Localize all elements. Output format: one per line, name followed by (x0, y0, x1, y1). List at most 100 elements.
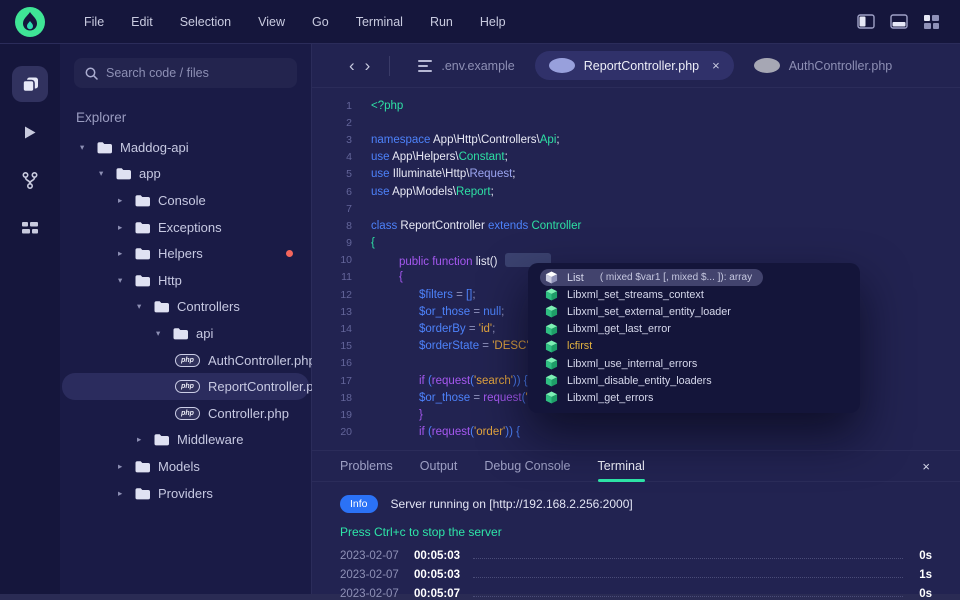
tree-item-console[interactable]: ▸Console (62, 187, 309, 214)
close-icon[interactable]: × (712, 58, 720, 73)
chevron-right-icon[interactable]: ▸ (118, 488, 134, 499)
search-input[interactable] (106, 66, 286, 80)
menu-go[interactable]: Go (312, 15, 329, 29)
activity-run-icon[interactable] (12, 114, 48, 150)
cube-icon (545, 391, 558, 404)
panel-bottom-icon[interactable] (890, 14, 908, 29)
menu-edit[interactable]: Edit (131, 15, 153, 29)
tree-item-controllers[interactable]: ▾Controllers (62, 294, 309, 321)
php-file-icon: php (175, 380, 200, 393)
autocomplete-label: Libxml_get_last_error (567, 323, 671, 335)
autocomplete-item-libxml-disable-entity-loaders[interactable]: Libxml_disable_entity_loaders (535, 372, 853, 389)
chevron-right-icon[interactable]: ▸ (137, 434, 153, 445)
code-text: class ReportController extends Controlle… (371, 220, 581, 232)
folder-icon (134, 194, 150, 207)
editor-tab-label: .env.example (441, 59, 514, 73)
editor-tab-env-example[interactable]: .env.example (404, 52, 528, 80)
tree-item-app[interactable]: ▾app (62, 161, 309, 188)
grid-layout-icon[interactable] (923, 14, 940, 30)
autocomplete-item-lcfirst[interactable]: lcfirst (535, 338, 853, 355)
chevron-down-icon[interactable]: ▾ (156, 328, 172, 339)
activity-source-control-icon[interactable] (12, 162, 48, 198)
tree-item-authcontroller-php[interactable]: phpAuthController.php (62, 347, 309, 374)
editor-tab-bar: ‹ › .env.example ReportController.php×Aut… (312, 44, 960, 88)
line-number: 12 (312, 289, 352, 301)
autocomplete-label: Libxml_set_streams_context (567, 289, 704, 301)
code-text: $orderState = 'DESC'; (371, 340, 532, 352)
code-line: 4use App\Helpers\Constant; (312, 149, 960, 166)
nav-forward-icon[interactable]: › (360, 57, 376, 74)
activity-extensions-icon[interactable] (12, 210, 48, 246)
tree-item-http[interactable]: ▾Http (62, 267, 309, 294)
tree-item-reportcontroller-php[interactable]: phpReportController.php (62, 373, 309, 400)
activity-files-icon[interactable] (12, 66, 48, 102)
code-text: namespace App\Http\Controllers\Api; (371, 134, 560, 146)
chevron-right-icon[interactable]: ▸ (118, 222, 134, 233)
autocomplete-item-libxml-set-streams-context[interactable]: Libxml_set_streams_context (535, 286, 853, 303)
editor-tab-authcontroller-php[interactable]: AuthController.php (740, 51, 907, 80)
chevron-right-icon[interactable]: ▸ (118, 248, 134, 259)
autocomplete-item-libxml-get-last-error[interactable]: Libxml_get_last_error (535, 321, 853, 338)
menu-selection[interactable]: Selection (180, 15, 231, 29)
tree-item-api[interactable]: ▾ api (62, 320, 309, 347)
bottom-panel: Problems Output Debug Console Terminal × In… (312, 450, 960, 594)
panel-tab-debug-console[interactable]: Debug Console (484, 451, 570, 481)
tree-item-exceptions[interactable]: ▸Exceptions (62, 214, 309, 241)
cube-icon (545, 288, 558, 301)
tree-item-providers[interactable]: ▸Providers (62, 480, 309, 507)
editor-tab-reportcontroller-php[interactable]: ReportController.php× (535, 51, 734, 80)
autocomplete-item-list[interactable]: List( mixed $var1 [, mixed $... ]): arra… (535, 269, 853, 286)
chevron-right-icon[interactable]: ▸ (118, 195, 134, 206)
tree-item-models[interactable]: ▸Models (62, 453, 309, 480)
folder-icon (134, 247, 150, 260)
panel-tab-output[interactable]: Output (420, 451, 458, 481)
stop-server-hint: Press Ctrl+c to stop the server (340, 525, 932, 539)
tree-item-middleware[interactable]: ▸Middleware (62, 427, 309, 454)
code-line: 20if (request('order')) { (312, 424, 960, 441)
autocomplete-item-libxml-use-internal-errors[interactable]: Libxml_use_internal_errors (535, 355, 853, 372)
menu-terminal[interactable]: Terminal (356, 15, 403, 29)
activity-bar (0, 44, 60, 594)
folder-icon (172, 327, 188, 340)
line-number: 15 (312, 340, 352, 352)
line-number: 9 (312, 237, 352, 249)
panel-close-icon[interactable]: × (922, 459, 930, 474)
tree-item-label: api (196, 326, 213, 341)
menu-view[interactable]: View (258, 15, 285, 29)
tree-item-helpers[interactable]: ▸Helpers (62, 240, 309, 267)
log-date: 2023-02-07 (340, 550, 406, 562)
cube-icon (545, 305, 558, 318)
autocomplete-label: lcfirst (567, 340, 592, 352)
info-badge: Info (340, 495, 378, 513)
menu-run[interactable]: Run (430, 15, 453, 29)
chevron-down-icon[interactable]: ▾ (137, 301, 153, 312)
chevron-down-icon[interactable]: ▾ (80, 142, 96, 153)
panel-tab-problems[interactable]: Problems (340, 451, 393, 481)
tree-item-maddog-api[interactable]: ▾Maddog-api (62, 134, 309, 161)
log-time: 00:05:07 (414, 588, 460, 600)
code-text: } (371, 409, 423, 421)
tree-item-controller-php[interactable]: phpController.php (62, 400, 309, 427)
split-sidebar-icon[interactable] (857, 14, 875, 29)
php-oval-icon (754, 58, 780, 73)
folder-icon (134, 274, 150, 287)
line-number: 8 (312, 220, 352, 232)
file-list-icon (418, 60, 432, 72)
chevron-right-icon[interactable]: ▸ (118, 461, 134, 472)
menu-file[interactable]: File (84, 15, 104, 29)
line-number: 1 (312, 100, 352, 112)
nav-back-icon[interactable]: ‹ (344, 57, 360, 74)
panel-tab-terminal[interactable]: Terminal (598, 451, 645, 481)
line-number: 11 (312, 271, 352, 283)
menu-help[interactable]: Help (480, 15, 506, 29)
chevron-down-icon[interactable]: ▾ (99, 168, 115, 179)
search-box[interactable] (74, 58, 297, 88)
autocomplete-item-libxml-set-external-entity-loader[interactable]: Libxml_set_external_entity_loader (535, 303, 853, 320)
flame-logo-icon (14, 6, 46, 38)
autocomplete-item-libxml-get-errors[interactable]: Libxml_get_errors (535, 389, 853, 406)
log-date: 2023-02-07 (340, 588, 406, 600)
code-text: { (371, 271, 403, 283)
chevron-down-icon[interactable]: ▾ (118, 275, 134, 286)
terminal-log-row: 2023-02-0700:05:031s (340, 569, 932, 588)
autocomplete-label: Libxml_set_external_entity_loader (567, 306, 731, 318)
